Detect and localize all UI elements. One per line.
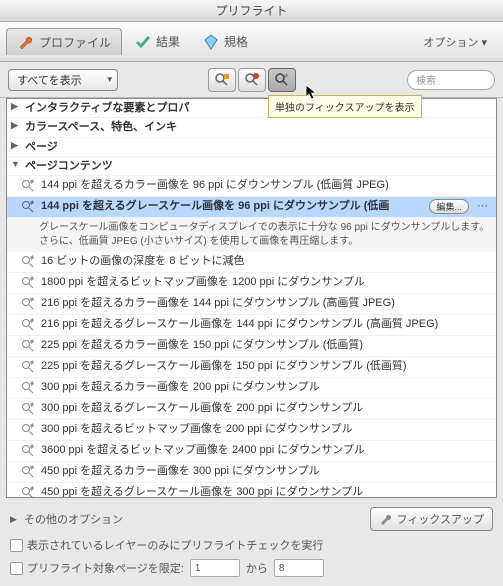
layers-checkbox[interactable] [10, 539, 23, 552]
tab-label: 規格 [224, 33, 248, 50]
list-item[interactable]: 225 ppi を超えるカラー画像を 150 ppi にダウンサンプル (低画質… [7, 336, 496, 357]
list-item[interactable]: 1800 ppi を超えるビットマップ画像を 1200 ppi にダウンサンプル [7, 273, 496, 294]
list-item[interactable]: 450 ppi を超えるグレースケール画像を 300 ppi にダウンサンプル [7, 483, 496, 498]
more-icon[interactable]: ⋯ [473, 199, 492, 212]
list-item[interactable]: 300 ppi を超えるビットマップ画像を 200 ppi にダウンサンプル [7, 420, 496, 441]
wrench-icon [17, 33, 35, 51]
list-item[interactable]: 300 ppi を超えるグレースケール画像を 200 ppi にダウンサンプル [7, 399, 496, 420]
list-item[interactable]: 144 ppi を超えるカラー画像を 96 ppi にダウンサンプル (低画質 … [7, 176, 496, 197]
wrench-icon [21, 485, 37, 498]
wrench-icon [21, 296, 37, 312]
wrench-icon [21, 275, 37, 291]
toolbar: すべてを表示 検索 単独のフィックスアップを表示 [0, 62, 503, 98]
filter-dropdown[interactable]: すべてを表示 [8, 69, 118, 91]
tab-label: プロファイル [39, 34, 111, 51]
wrench-icon [21, 254, 37, 270]
tree-header[interactable]: インタラクティブな要素とプロパ [7, 99, 496, 118]
search-input[interactable]: 検索 [407, 70, 495, 90]
pages-checkbox[interactable] [10, 562, 23, 575]
wrench-icon [21, 401, 37, 417]
page-to-input[interactable]: 8 [274, 559, 324, 577]
other-options-label: その他のオプション [24, 511, 123, 527]
list-item[interactable]: 3600 ppi を超えるビットマップ画像を 2400 ppi にダウンサンプル [7, 441, 496, 462]
disclosure-icon[interactable] [10, 514, 20, 525]
diamond-icon [202, 33, 220, 51]
list-item[interactable]: 225 ppi を超えるグレースケール画像を 150 ppi にダウンサンプル … [7, 357, 496, 378]
list-item[interactable]: 300 ppi を超えるカラー画像を 200 ppi にダウンサンプル [7, 378, 496, 399]
list-item[interactable]: 216 ppi を超えるカラー画像を 144 ppi にダウンサンプル (高画質… [7, 294, 496, 315]
option-button[interactable]: オプション ▾ [413, 32, 497, 52]
to-label: から [246, 560, 268, 576]
window-title: プリフライト [0, 0, 503, 22]
list-item[interactable]: 216 ppi を超えるグレースケール画像を 144 ppi にダウンサンプル … [7, 315, 496, 336]
fixup-list[interactable]: インタラクティブな要素とプロパ カラースペース、特色、インキ ページ ページコン… [6, 98, 497, 498]
tab-result[interactable]: 結果 [124, 29, 190, 55]
footer: その他のオプション フィックスアップ 表示されているレイヤーのみにプリフライトチ… [0, 498, 503, 586]
check-icon [134, 33, 152, 51]
edit-button[interactable]: 編集... [429, 199, 469, 214]
tree-header[interactable]: ページコンテンツ [7, 157, 496, 176]
tab-bar: プロファイル 結果 規格 オプション ▾ [0, 22, 503, 62]
tab-profile[interactable]: プロファイル [6, 28, 122, 55]
tooltip: 単独のフィックスアップを表示 [268, 95, 422, 118]
tool-profile-icon[interactable] [208, 68, 236, 92]
page-from-input[interactable]: 1 [190, 559, 240, 577]
tree-header[interactable]: カラースペース、特色、インキ [7, 118, 496, 137]
list-item[interactable]: 450 ppi を超えるカラー画像を 300 ppi にダウンサンプル [7, 462, 496, 483]
pages-label: プリフライト対象ページを限定: [27, 560, 184, 576]
tab-standard[interactable]: 規格 [192, 29, 258, 55]
wrench-icon [21, 317, 37, 333]
layers-label: 表示されているレイヤーのみにプリフライトチェックを実行 [27, 537, 323, 553]
wrench-icon [21, 422, 37, 438]
tree-header[interactable]: ページ [7, 138, 496, 157]
item-description: グレースケール画像をコンピュータディスプレイでの表示に十分な 96 ppi にダ… [7, 218, 496, 252]
tool-check-icon[interactable] [238, 68, 266, 92]
wrench-icon [21, 464, 37, 480]
wrench-icon [21, 178, 37, 194]
list-item[interactable]: 16 ビットの画像の深度を 8 ビットに減色 [7, 252, 496, 273]
wrench-icon [21, 380, 37, 396]
wrench-icon [21, 338, 37, 354]
tool-fixup-icon[interactable] [268, 68, 296, 92]
wrench-icon [379, 512, 393, 526]
list-item-selected[interactable]: 144 ppi を超えるグレースケール画像を 96 ppi にダウンサンプル (… [7, 197, 496, 218]
tab-label: 結果 [156, 33, 180, 50]
fixup-button[interactable]: フィックスアップ [370, 507, 493, 531]
wrench-icon [21, 443, 37, 459]
wrench-icon [21, 359, 37, 375]
wrench-icon [21, 199, 37, 215]
